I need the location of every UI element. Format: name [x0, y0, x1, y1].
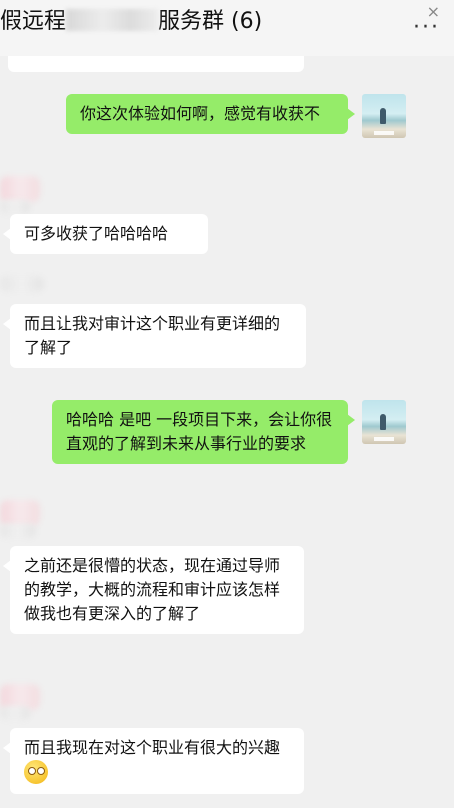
message-text: 你这次体验如何啊，感觉有收获不: [80, 104, 321, 123]
redacted-sender-avatar: [0, 176, 40, 202]
message-text: 而且我现在对这个职业有很大的兴趣: [24, 738, 281, 757]
redacted-sender-avatar: [0, 500, 40, 526]
previous-message-bubble: [8, 56, 304, 72]
redacted-sender-name: [0, 524, 36, 538]
redacted-sender-name: [0, 200, 30, 214]
avatar-caption-mark: [374, 437, 394, 441]
redacted-sender-name: [0, 706, 30, 720]
message-bubble-incoming[interactable]: 而且让我对审计这个职业有更详细的了解了: [3, 304, 306, 368]
chat-title: 假远程 服务群 (6): [0, 8, 262, 36]
blush-emoji-icon: [24, 760, 48, 784]
avatar-figure: [380, 414, 386, 430]
chat-header: 假远程 服务群 (6) × ···: [0, 0, 454, 56]
message-text: 哈哈哈 是吧 一段项目下来，会让你很直观的了解到未来从事行业的要求: [66, 410, 333, 453]
message-text: 可多收获了哈哈哈哈: [24, 224, 169, 243]
my-avatar[interactable]: [362, 400, 406, 444]
chat-title-suffix: 服务群 (6): [158, 9, 263, 34]
message-bubble-incoming[interactable]: 之前还是很懵的状态，现在通过导师的教学，大概的流程和审计应该怎样做我也有更深入的…: [3, 546, 304, 634]
message-bubble-outgoing[interactable]: 你这次体验如何啊，感觉有收获不: [66, 94, 355, 134]
message-bubble-incoming[interactable]: 可多收获了哈哈哈哈: [3, 214, 208, 254]
avatar-figure: [380, 108, 386, 124]
message-text: 之前还是很懵的状态，现在通过导师的教学，大概的流程和审计应该怎样做我也有更深入的…: [24, 556, 281, 623]
my-avatar[interactable]: [362, 94, 406, 138]
more-options-icon[interactable]: ···: [413, 17, 440, 39]
message-bubble-incoming[interactable]: 而且我现在对这个职业有很大的兴趣: [3, 728, 304, 794]
chat-title-prefix: 假远程: [0, 9, 67, 34]
avatar-caption-mark: [374, 131, 394, 135]
redacted-title-segment: [66, 9, 159, 31]
redacted-sender-name: [0, 276, 44, 292]
message-text: 而且让我对审计这个职业有更详细的了解了: [24, 314, 281, 357]
message-bubble-outgoing[interactable]: 哈哈哈 是吧 一段项目下来，会让你很直观的了解到未来从事行业的要求: [52, 400, 355, 464]
